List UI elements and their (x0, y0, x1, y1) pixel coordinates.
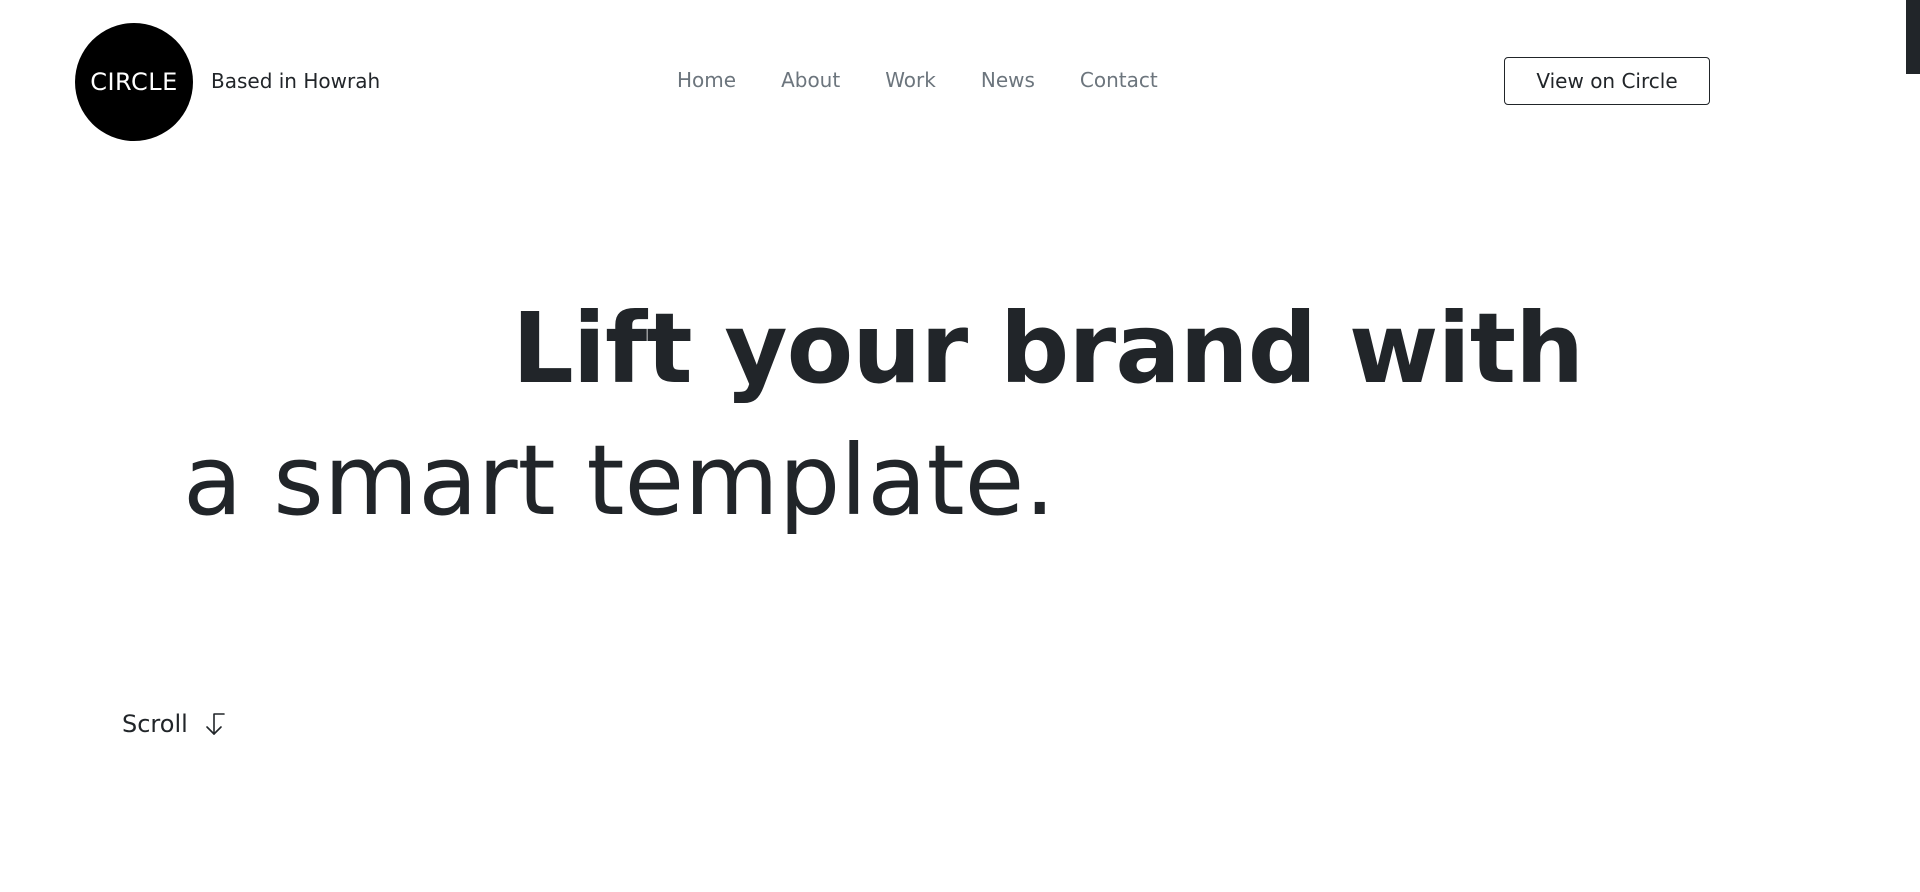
nav-work[interactable]: Work (885, 68, 936, 92)
scroll-indicator[interactable]: Scroll (122, 710, 228, 738)
arrow-down-turn-icon (202, 710, 228, 738)
logo-text: CIRCLE (90, 68, 178, 96)
logo[interactable]: CIRCLE (75, 23, 193, 141)
main-nav: Home About Work News Contact (677, 68, 1158, 92)
hero-title-line1: Lift your brand with (512, 292, 1584, 405)
nav-home[interactable]: Home (677, 68, 736, 92)
view-on-circle-button[interactable]: View on Circle (1504, 57, 1710, 105)
page: CIRCLE Based in Howrah Home About Work N… (0, 0, 1920, 892)
scrollbar-thumb[interactable] (1906, 0, 1920, 74)
hero-title-line2: a smart template. (183, 424, 1056, 537)
location-text: Based in Howrah (211, 69, 381, 93)
scroll-label: Scroll (122, 710, 188, 738)
nav-about[interactable]: About (781, 68, 840, 92)
nav-news[interactable]: News (981, 68, 1035, 92)
nav-contact[interactable]: Contact (1080, 68, 1158, 92)
